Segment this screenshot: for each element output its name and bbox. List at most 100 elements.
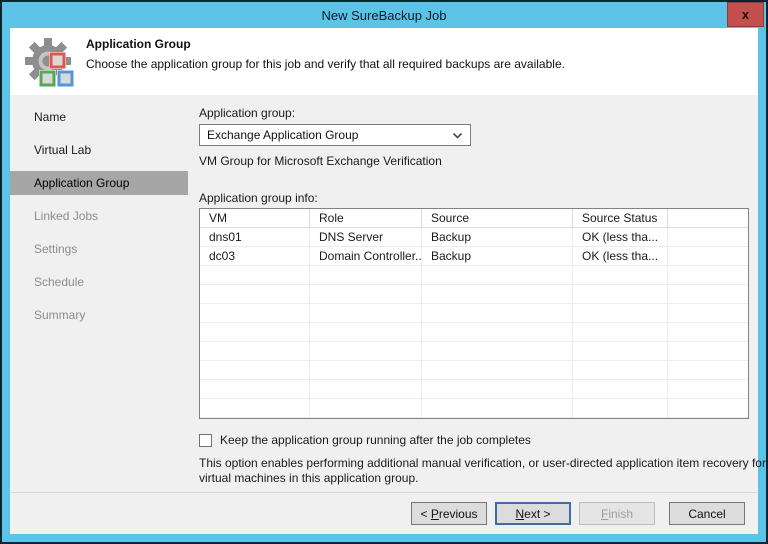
table-cell: dc03 <box>200 247 310 266</box>
table-cell <box>668 228 748 247</box>
table-cell <box>200 361 310 380</box>
table-cell <box>573 266 668 285</box>
table-cell <box>422 399 573 418</box>
keep-running-label: Keep the application group running after… <box>220 433 531 447</box>
table-cell <box>310 266 422 285</box>
sidebar-item-summary[interactable]: Summary <box>10 303 188 327</box>
table-cell: Domain Controller... <box>310 247 422 266</box>
table-cell <box>422 266 573 285</box>
table-cell <box>668 342 748 361</box>
table-cell <box>668 380 748 399</box>
table-row-empty <box>200 399 748 418</box>
table-cell <box>200 380 310 399</box>
sidebar-item-settings[interactable]: Settings <box>10 237 188 261</box>
column-header-source-status[interactable]: Source Status <box>573 209 668 228</box>
table-cell <box>422 323 573 342</box>
table-cell <box>200 266 310 285</box>
window-title: New SureBackup Job <box>321 8 446 23</box>
dialog-window: New SureBackup Job x <box>0 0 768 544</box>
table-row[interactable]: dc03Domain Controller...BackupOK (less t… <box>200 247 748 266</box>
table-row-empty <box>200 323 748 342</box>
table-cell <box>573 399 668 418</box>
table-cell <box>200 285 310 304</box>
table-cell: Backup <box>422 247 573 266</box>
table-cell <box>668 361 748 380</box>
sidebar-item-application-group[interactable]: Application Group <box>10 171 188 195</box>
option-note: This option enables performing additiona… <box>199 456 768 486</box>
next-button[interactable]: Next > <box>495 502 571 525</box>
wizard-steps: Name Virtual Lab Application Group Linked J… <box>10 95 188 492</box>
table-row-empty <box>200 266 748 285</box>
table-body: dns01DNS ServerBackupOK (less tha...dc03… <box>200 228 748 418</box>
dialog-body: Application Group Choose the application… <box>10 28 758 534</box>
previous-button[interactable]: < Previous <box>411 502 487 525</box>
table-cell <box>668 285 748 304</box>
column-header-role[interactable]: Role <box>310 209 422 228</box>
table-cell <box>422 380 573 399</box>
table-cell: OK (less tha... <box>573 228 668 247</box>
page-description: Choose the application group for this jo… <box>86 57 565 71</box>
application-group-gear-icon <box>24 35 80 91</box>
finish-button: Finish <box>579 502 655 525</box>
footer-buttons: < Previous Next > Finish Cancel <box>10 492 758 534</box>
table-row-empty <box>200 304 748 323</box>
table-cell: OK (less tha... <box>573 247 668 266</box>
sidebar-item-schedule[interactable]: Schedule <box>10 270 188 294</box>
main-panel: Application group: Exchange Application … <box>188 95 768 492</box>
table-cell <box>200 399 310 418</box>
titlebar[interactable]: New SureBackup Job x <box>2 2 766 28</box>
table-row-empty <box>200 285 748 304</box>
wizard-header: Application Group Choose the application… <box>10 28 758 95</box>
table-cell <box>573 380 668 399</box>
table-cell <box>310 361 422 380</box>
table-cell <box>310 323 422 342</box>
table-cell <box>668 266 748 285</box>
keep-running-row: Keep the application group running after… <box>199 433 768 447</box>
application-group-info-label: Application group info: <box>199 191 768 205</box>
table-cell <box>573 304 668 323</box>
table-cell <box>668 323 748 342</box>
table-row-empty <box>200 361 748 380</box>
sidebar-item-virtual-lab[interactable]: Virtual Lab <box>10 138 188 162</box>
table-cell <box>668 247 748 266</box>
table-cell <box>422 342 573 361</box>
table-cell: Backup <box>422 228 573 247</box>
table-cell <box>573 361 668 380</box>
table-cell <box>668 304 748 323</box>
table-cell <box>310 342 422 361</box>
application-group-description: VM Group for Microsoft Exchange Verifica… <box>199 154 768 168</box>
page-title: Application Group <box>86 37 565 51</box>
table-cell <box>310 285 422 304</box>
keep-running-checkbox[interactable] <box>199 434 212 447</box>
table-row-empty <box>200 380 748 399</box>
table-cell: dns01 <box>200 228 310 247</box>
column-header-vm[interactable]: VM <box>200 209 310 228</box>
column-header-source[interactable]: Source <box>422 209 573 228</box>
sidebar-item-name[interactable]: Name <box>10 105 188 129</box>
table-cell <box>200 304 310 323</box>
table-row[interactable]: dns01DNS ServerBackupOK (less tha... <box>200 228 748 247</box>
application-group-select[interactable]: Exchange Application Group <box>199 124 471 146</box>
table-header-row: VMRoleSourceSource Status <box>200 209 748 228</box>
close-button[interactable]: x <box>727 2 764 27</box>
table-cell <box>422 285 573 304</box>
table-cell <box>200 323 310 342</box>
table-cell: DNS Server <box>310 228 422 247</box>
sidebar-item-linked-jobs[interactable]: Linked Jobs <box>10 204 188 228</box>
application-group-selected-value: Exchange Application Group <box>207 128 448 142</box>
close-icon: x <box>742 7 749 22</box>
application-group-table[interactable]: VMRoleSourceSource Status dns01DNS Serve… <box>199 208 749 419</box>
table-cell <box>310 380 422 399</box>
table-cell <box>422 304 573 323</box>
application-group-label: Application group: <box>199 106 768 120</box>
table-cell <box>573 342 668 361</box>
table-cell <box>200 342 310 361</box>
table-cell <box>573 323 668 342</box>
table-cell <box>310 399 422 418</box>
table-cell <box>422 361 573 380</box>
chevron-down-icon <box>452 132 463 139</box>
column-header-empty[interactable] <box>668 209 748 228</box>
table-cell <box>573 285 668 304</box>
cancel-button[interactable]: Cancel <box>669 502 745 525</box>
table-cell <box>668 399 748 418</box>
